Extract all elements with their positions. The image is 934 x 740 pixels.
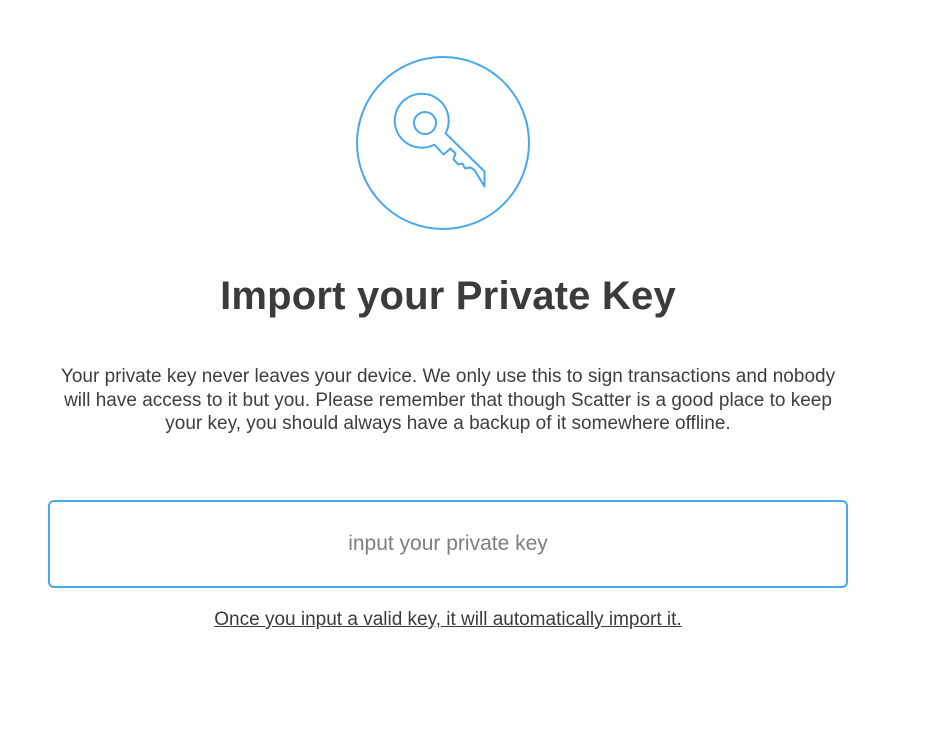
key-icon-circle xyxy=(356,56,530,230)
private-key-input[interactable] xyxy=(48,500,848,588)
page-title: Import your Private Key xyxy=(220,274,676,318)
privacy-description: Your private key never leaves your devic… xyxy=(60,366,836,434)
auto-import-hint-link[interactable]: Once you input a valid key, it will auto… xyxy=(0,609,896,631)
key-icon xyxy=(393,92,486,188)
